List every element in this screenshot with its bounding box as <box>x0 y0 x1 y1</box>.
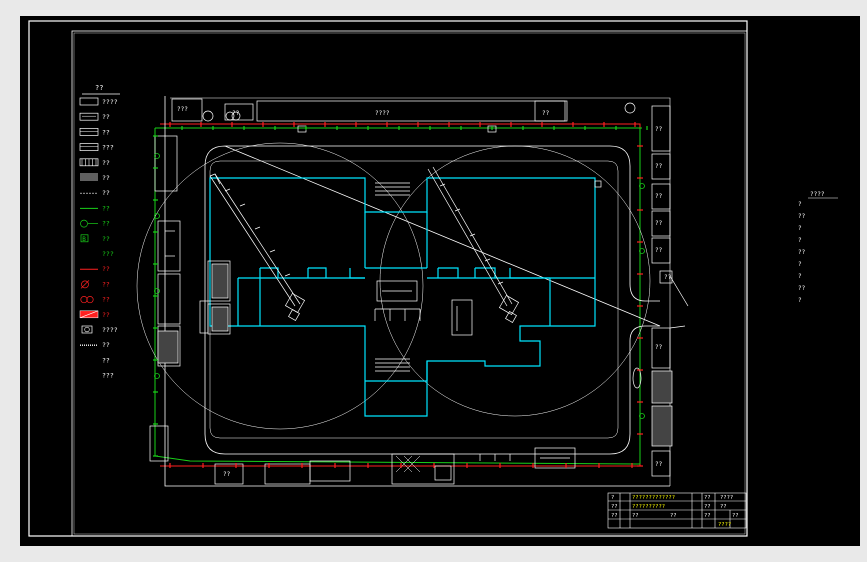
legend-item: ?? <box>102 356 110 364</box>
title-cell: ?? <box>720 504 727 510</box>
legend-item: ??? <box>79 143 114 152</box>
bottom-box: ?? <box>223 471 231 478</box>
legend-item: B?? <box>80 234 110 243</box>
side-note-line: ? <box>798 297 802 304</box>
title-cell: ? <box>611 495 614 501</box>
legend-item: ?? <box>79 128 110 136</box>
legend-item: ??? <box>102 372 114 380</box>
legend-item-label: ?? <box>102 113 110 121</box>
top-box-3: ???? <box>375 110 390 117</box>
title-project-line1: ????????????? <box>632 495 675 501</box>
right-box-5: ?? <box>655 344 663 351</box>
tower-crane-left <box>209 173 306 321</box>
legend-item: ?? <box>79 310 110 319</box>
legend-item-label: ?? <box>102 220 110 228</box>
side-note-line: ?? <box>798 249 806 256</box>
legend-item-label: ?? <box>102 311 110 319</box>
side-note: ???? ???????????? <box>798 191 838 304</box>
legend: ?? ?????????????????????B???????????????… <box>79 84 120 380</box>
right-box-0: ?? <box>655 126 663 133</box>
legend-item: ?? <box>80 173 110 182</box>
side-note-line: ?? <box>798 285 806 292</box>
building-outline <box>209 177 596 417</box>
side-note-line: ?? <box>798 213 806 220</box>
legend-item: ???? <box>79 97 118 106</box>
legend-item: ?? <box>80 265 110 273</box>
internal-road <box>204 145 661 455</box>
site-plan-drawing: ?? ?????????????????????B???????????????… <box>28 20 838 537</box>
legend-item: ?? <box>79 112 110 121</box>
legend-item: ?? <box>80 280 110 289</box>
legend-item-label: ?? <box>102 235 110 243</box>
legend-item-label: ??? <box>102 372 114 380</box>
right-box-4: ?? <box>655 247 663 254</box>
legend-item: ?? <box>79 158 110 167</box>
legend-item-label: ?? <box>102 341 110 349</box>
legend-title: ?? <box>95 84 103 92</box>
title-cell: ?? <box>704 495 711 501</box>
right-box-2: ?? <box>655 193 663 200</box>
top-box-0: ??? <box>177 106 188 113</box>
side-note-line: ? <box>798 261 802 268</box>
legend-letter: B <box>82 236 86 243</box>
title-project-line2: ?????????? <box>632 504 665 510</box>
right-lower-box-1: ?? <box>664 274 672 281</box>
legend-item: ?? <box>80 204 110 212</box>
top-box-4: ?? <box>542 110 550 117</box>
inner-frame <box>71 30 748 537</box>
legend-item-label: ?? <box>102 204 110 212</box>
title-cell: ?? <box>632 513 639 519</box>
right-box-3: ?? <box>655 220 663 227</box>
title-cell: ?? <box>611 513 618 519</box>
legend-item: ???? <box>81 325 118 334</box>
legend-item-label: ?? <box>102 280 110 288</box>
legend-item-label: ?? <box>102 174 110 182</box>
legend-item-label: ?? <box>102 296 110 304</box>
title-cell: ???? <box>718 522 731 528</box>
legend-item-label: ?? <box>102 265 110 273</box>
right-lower-box-0: ?? <box>655 461 663 468</box>
title-cell: ?? <box>704 513 711 519</box>
title-cell: ?? <box>732 513 739 519</box>
title-cell: ???? <box>720 495 733 501</box>
drawing-canvas: ?? ????????????????????? B???????????????… <box>20 16 860 546</box>
legend-item: ?? <box>80 220 110 228</box>
legend-item: ??? <box>102 250 114 258</box>
legend-item: ?? <box>80 341 110 349</box>
legend-item-label: ???? <box>102 98 118 106</box>
title-cell: ?? <box>670 513 677 519</box>
side-note-line: ? <box>798 273 802 280</box>
top-box-1: ?? <box>232 110 240 117</box>
legend-item-label: ?? <box>102 189 110 197</box>
side-note-header: ???? <box>810 191 825 198</box>
title-cell: ?? <box>611 504 618 510</box>
legend-item: ?? <box>80 189 110 197</box>
crane-radius-right <box>379 145 651 417</box>
side-note-line: ? <box>798 237 802 244</box>
bottom-hatch-area <box>395 455 421 473</box>
side-note-line: ? <box>798 225 802 232</box>
left-side-structures <box>149 135 231 462</box>
top-facilities <box>171 98 636 133</box>
right-box-1: ?? <box>655 163 663 170</box>
legend-item-label: ??? <box>102 250 114 258</box>
internal-road-inner <box>209 160 619 439</box>
site-boundary <box>154 96 689 487</box>
side-note-line: ? <box>798 201 802 208</box>
title-cell: ?? <box>704 504 711 510</box>
legend-item-label: ?? <box>102 159 110 167</box>
legend-item: ?? <box>80 296 110 304</box>
legend-item-label: ??? <box>102 144 114 152</box>
legend-item-label: ???? <box>102 326 118 334</box>
tower-crane-right <box>427 166 520 323</box>
legend-item-label: ?? <box>102 356 110 364</box>
legend-item-label: ?? <box>102 128 110 136</box>
